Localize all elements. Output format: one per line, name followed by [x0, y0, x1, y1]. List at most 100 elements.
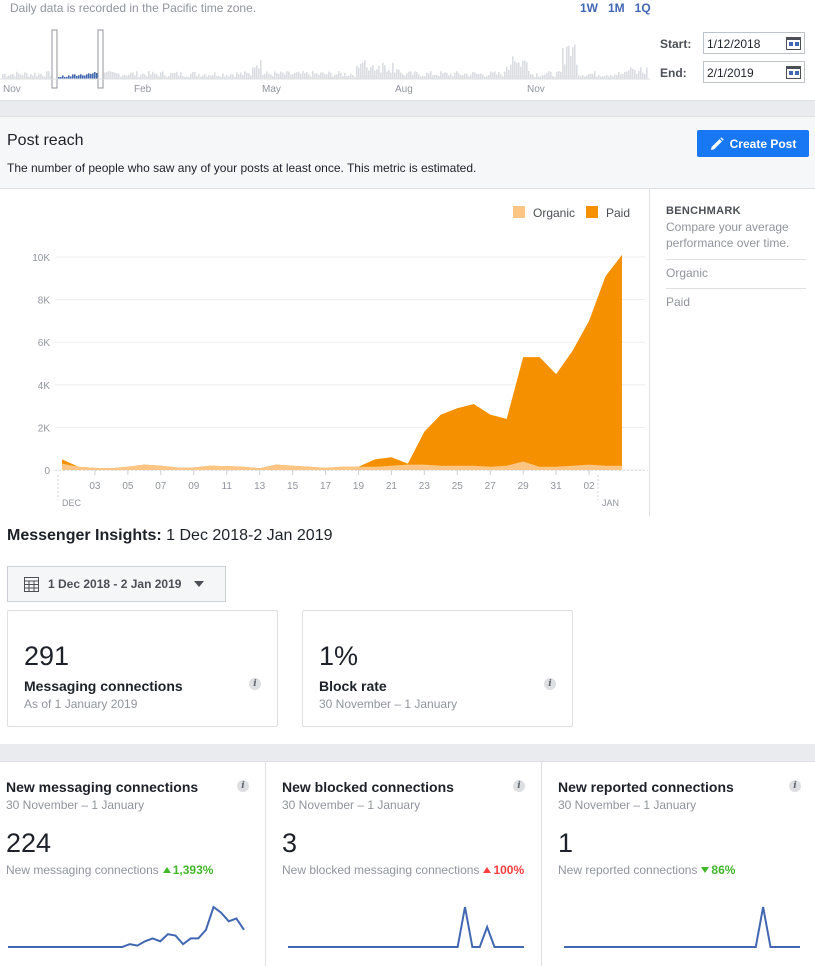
- timeline-bar: [160, 72, 162, 79]
- range-1q-button[interactable]: 1Q: [635, 1, 651, 15]
- timeline-bar: [328, 71, 330, 79]
- timeline-bar: [512, 56, 514, 79]
- create-post-button[interactable]: Create Post: [697, 130, 809, 157]
- timeline-bar: [482, 74, 484, 79]
- timeline-bar: [12, 73, 14, 79]
- timeline-bar: [294, 72, 296, 79]
- timeline-bar: [190, 73, 192, 79]
- timeline-bar: [526, 62, 528, 79]
- timeline-bar: [546, 72, 548, 79]
- timeline-bar: [514, 61, 516, 79]
- sparkline: [564, 906, 800, 948]
- timeline-bar: [34, 72, 36, 79]
- timeline-bar: [646, 67, 648, 79]
- timeline-bar: [74, 74, 76, 79]
- timeline-bar: [418, 74, 420, 79]
- timeline-bar: [498, 71, 500, 79]
- timeline-bar: [246, 72, 248, 79]
- post-reach-header: Post reach The number of people who saw …: [0, 117, 815, 189]
- timeline-bar: [340, 73, 342, 79]
- timeline-bar: [500, 74, 502, 79]
- timeline-bar: [378, 65, 380, 79]
- timeline-bar: [638, 70, 640, 79]
- legend-label[interactable]: Paid: [606, 206, 630, 220]
- timeline-bar: [386, 71, 388, 79]
- y-tick-label: 4K: [38, 381, 51, 392]
- timeline-bar: [370, 67, 372, 79]
- timeline-bar: [532, 74, 534, 79]
- timeline-bar: [380, 72, 382, 79]
- mini-timeline[interactable]: Nov Feb May Aug Nov: [0, 16, 650, 98]
- timeline-bar: [202, 75, 204, 79]
- timeline-bar: [232, 74, 234, 79]
- info-icon[interactable]: i: [789, 780, 801, 792]
- post-reach-chart: Organic Paid 0 2K 4K 6K 8K 10K 03 05 07 09 11 13 15 1…: [0, 189, 650, 517]
- y-tick-label: 8K: [38, 296, 51, 307]
- timeline-bar: [248, 73, 250, 79]
- timeline-bar: [92, 73, 94, 79]
- delta-badge: 100%: [479, 863, 524, 877]
- timeline-bar: [106, 71, 108, 79]
- timeline-bar: [286, 71, 288, 79]
- timeline-bar: [372, 65, 374, 79]
- timeline-bar: [252, 67, 254, 79]
- timeline-bar: [334, 74, 336, 79]
- timeline-bar: [618, 72, 620, 79]
- benchmark-paid[interactable]: Paid: [666, 288, 806, 317]
- calendar-grid-icon: [24, 576, 39, 592]
- timeline-bar: [270, 74, 272, 79]
- timeline-bar: [506, 66, 508, 79]
- end-date-field[interactable]: 2/1/2019: [703, 61, 805, 83]
- timeline-bar: [148, 71, 150, 79]
- card-value: 224: [6, 828, 52, 858]
- stat-value: 291: [24, 641, 70, 671]
- timeline-bar: [104, 72, 106, 79]
- start-date-field[interactable]: 1/12/2018: [703, 32, 805, 54]
- range-1m-button[interactable]: 1M: [608, 1, 625, 15]
- timeline-bar: [94, 72, 96, 79]
- post-reach-chart-svg: Organic Paid 0 2K 4K 6K 8K 10K 03 05 07 09 11 13 15 1…: [32, 206, 648, 508]
- calendar-icon[interactable]: [786, 66, 801, 79]
- timeline-bar: [176, 71, 178, 79]
- x-tick-label: 02: [583, 481, 595, 492]
- card-subtitle: 30 November – 1 January: [6, 798, 145, 812]
- messenger-insights-title: Messenger Insights: 1 Dec 2018-2 Jan 201…: [7, 527, 333, 544]
- range-1w-button[interactable]: 1W: [580, 1, 598, 15]
- timeline-bar: [316, 73, 318, 79]
- timeline-bar: [564, 64, 566, 79]
- timeline-bar: [630, 67, 632, 79]
- timeline-bar: [274, 71, 276, 79]
- timeline-bar: [614, 74, 616, 79]
- timeline-bar: [116, 73, 118, 79]
- timeline-bar: [308, 74, 310, 79]
- timeline-month-label: May: [262, 84, 281, 95]
- legend-swatch: [586, 206, 598, 218]
- timeline-bar: [8, 75, 10, 79]
- timeline-bar: [556, 71, 558, 79]
- legend-label[interactable]: Organic: [533, 206, 575, 220]
- timeline-bar: [454, 72, 456, 79]
- timeline-bar: [266, 71, 268, 79]
- timeline-bar: [592, 73, 594, 79]
- stat-sub: As of 1 January 2019: [24, 697, 138, 711]
- timeline-bar: [562, 47, 564, 79]
- new-blocked-connections-card: New blocked connections 30 November – 1 …: [266, 762, 542, 966]
- benchmark-organic[interactable]: Organic: [666, 259, 806, 288]
- timeline-bar: [254, 67, 256, 79]
- timeline-bar: [306, 72, 308, 79]
- timeline-bar: [522, 60, 524, 79]
- timeline-bar: [496, 74, 498, 79]
- timeline-bar: [382, 62, 384, 79]
- x-tick-label: 29: [518, 481, 530, 492]
- timeline-bar: [300, 73, 302, 79]
- info-icon[interactable]: i: [513, 780, 525, 792]
- timeline-bar: [474, 72, 476, 79]
- timeline-bar: [110, 71, 112, 79]
- info-icon[interactable]: i: [249, 678, 261, 690]
- month-label: JAN: [602, 498, 619, 508]
- timeline-bar: [24, 72, 26, 79]
- info-icon[interactable]: i: [544, 678, 556, 690]
- info-icon[interactable]: i: [237, 780, 249, 792]
- date-range-dropdown[interactable]: 1 Dec 2018 - 2 Jan 2019: [7, 566, 226, 602]
- calendar-icon[interactable]: [786, 37, 801, 50]
